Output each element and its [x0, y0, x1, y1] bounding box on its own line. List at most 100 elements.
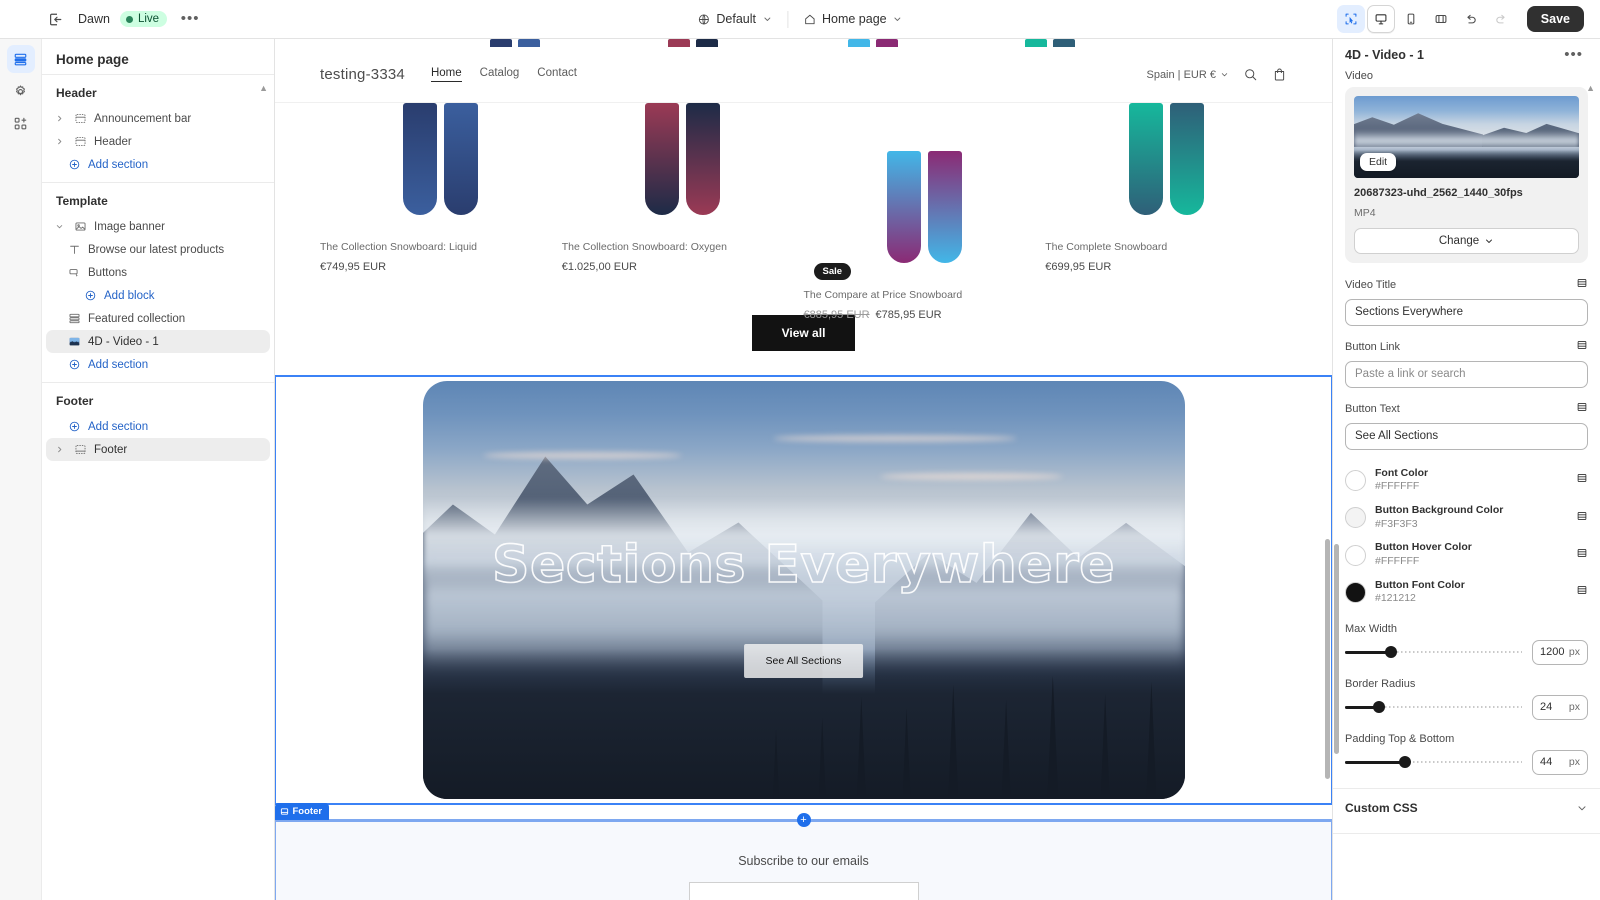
field-input[interactable] [1345, 422, 1588, 450]
sidebar-item-add-block[interactable]: Add block [46, 284, 270, 307]
page-selector[interactable]: Home page [795, 8, 911, 30]
range-slider[interactable] [1345, 756, 1522, 769]
dynamic-source-icon[interactable] [1576, 339, 1588, 351]
dynamic-source-icon[interactable] [1576, 583, 1588, 601]
range-value-input[interactable]: 1200 px [1532, 639, 1588, 665]
store-nav-contact[interactable]: Contact [537, 67, 577, 82]
inspector-toggle-button[interactable] [1336, 5, 1365, 33]
product-image[interactable] [804, 151, 1046, 279]
sidebar-item-add-section[interactable]: Add section [46, 415, 270, 438]
rail-settings-button[interactable] [7, 77, 35, 105]
video-thumbnail[interactable]: Edit [1354, 96, 1579, 178]
video-picker-card: Edit 20687323-uhd_2562_1440_30fps MP4 Ch… [1345, 87, 1588, 263]
dynamic-source-icon[interactable] [1576, 584, 1588, 596]
add-section-inline-button[interactable]: + [796, 813, 811, 827]
chevron-right-icon-toggle[interactable] [52, 445, 66, 454]
custom-css-accordion[interactable]: Custom CSS [1333, 789, 1600, 827]
range-slider[interactable] [1345, 646, 1522, 659]
sidebar-item-add-section[interactable]: Add section [46, 353, 270, 376]
product-card[interactable]: The Collection Snowboard: Liquid €749,95 … [320, 103, 562, 321]
banner-cta-button[interactable]: See All Sections [743, 644, 864, 679]
dynamic-source-icon[interactable] [1576, 546, 1588, 564]
settings-gear-icon [15, 84, 25, 95]
rail-apps-button[interactable] [7, 109, 35, 137]
field-input[interactable] [1345, 298, 1588, 326]
product-card[interactable]: Sale The Compare at Price Snowboard €885,9… [804, 103, 1046, 321]
sidebar-page-title: Home page [42, 45, 274, 75]
sidebar-item-browse-our-latest-products[interactable]: Browse our latest products [46, 238, 270, 261]
product-title[interactable]: The Complete Snowboard [1045, 241, 1287, 253]
dynamic-source-icon[interactable] [1576, 471, 1588, 489]
product-title[interactable]: The Collection Snowboard: Oxygen [562, 241, 804, 253]
product-image[interactable] [1045, 103, 1287, 231]
change-video-button[interactable]: Change [1354, 227, 1579, 254]
range-knob[interactable] [1399, 756, 1412, 769]
product-title[interactable]: The Compare at Price Snowboard [804, 289, 1046, 301]
range-value-input[interactable]: 44 px [1532, 749, 1588, 775]
product-title[interactable]: The Collection Snowboard: Liquid [320, 241, 562, 253]
footer-section[interactable]: Footer + Subscribe to our emails [275, 803, 1332, 900]
sidebar-item-4d-video-1[interactable]: 4D - Video - 1 [46, 330, 270, 353]
rail-sections-button[interactable] [6, 45, 35, 73]
mobile-view-button[interactable] [1397, 5, 1425, 33]
dynamic-source-icon[interactable] [1576, 276, 1588, 294]
fullscreen-view-button[interactable] [1427, 5, 1455, 33]
undo-button[interactable] [1457, 5, 1485, 33]
range-slider[interactable] [1345, 701, 1522, 714]
dynamic-source-icon[interactable] [1576, 400, 1588, 418]
dynamic-source-icon[interactable] [1576, 547, 1588, 559]
product-image[interactable] [320, 103, 562, 231]
subscribe-email-input[interactable] [688, 882, 919, 900]
dynamic-source-icon[interactable] [1576, 338, 1588, 356]
sidebar-item-footer[interactable]: Footer [46, 438, 270, 461]
range-value-input[interactable]: 24 px [1532, 694, 1588, 720]
dynamic-source-icon[interactable] [1576, 401, 1588, 413]
theme-more-actions-button[interactable]: ••• [177, 6, 203, 32]
product-card[interactable]: The Complete Snowboard €699,95 EUR [1045, 103, 1287, 321]
product-image[interactable] [562, 103, 804, 231]
color-setting-button-hover-color[interactable]: Button Hover Color #FFFFFF [1345, 536, 1588, 573]
product-card[interactable]: The Collection Snowboard: Oxygen €1.025,0… [562, 103, 804, 321]
color-swatch[interactable] [1345, 469, 1366, 491]
desktop-view-button[interactable] [1366, 5, 1395, 33]
video-section-selected[interactable]: Sections Everywhere See All Sections [275, 375, 1332, 805]
save-button[interactable]: Save [1526, 6, 1584, 32]
dynamic-source-icon[interactable] [1576, 510, 1588, 522]
color-setting-font-color[interactable]: Font Color #FFFFFF [1345, 462, 1588, 499]
color-swatch[interactable] [1345, 581, 1366, 603]
exit-editor-button[interactable] [42, 6, 68, 32]
range-knob[interactable] [1372, 701, 1385, 714]
video-banner[interactable]: Sections Everywhere See All Sections [422, 381, 1185, 799]
color-swatch[interactable] [1345, 507, 1366, 529]
field-input[interactable] [1345, 360, 1588, 388]
panel-more-actions-button[interactable]: ••• [1559, 47, 1588, 62]
sidebar-item-featured-collection[interactable]: Featured collection [46, 307, 270, 330]
section-settings-panel: ▲ 4D - Video - 1 ••• Video Edit 20687323… [1332, 39, 1600, 900]
dynamic-source-icon[interactable] [1576, 509, 1588, 527]
edit-video-button[interactable]: Edit [1360, 153, 1397, 171]
color-setting-button-background-color[interactable]: Button Background Color #F3F3F3 [1345, 499, 1588, 536]
chevron-down-icon-toggle[interactable] [52, 222, 66, 231]
sidebar-item-announcement-bar[interactable]: Announcement bar [46, 107, 270, 130]
color-swatch[interactable] [1345, 544, 1366, 566]
preview-scrollbar[interactable] [1325, 539, 1330, 779]
store-nav-catalog[interactable]: Catalog [480, 67, 520, 82]
locale-selector[interactable]: Spain | EUR € [1146, 69, 1229, 81]
color-setting-button-font-color[interactable]: Button Font Color #121212 [1345, 574, 1588, 611]
shopping-bag-icon[interactable] [1272, 67, 1287, 82]
footer-section-tag[interactable]: Footer [275, 803, 330, 820]
panel-scrollbar[interactable] [1334, 544, 1339, 754]
store-logo[interactable]: testing-3334 [320, 66, 405, 83]
sidebar-item-image-banner[interactable]: Image banner [46, 215, 270, 238]
theme-preset-selector[interactable]: Default [689, 8, 780, 30]
chevron-right-icon-toggle[interactable] [52, 137, 66, 146]
sidebar-item-add-section[interactable]: Add section [46, 153, 270, 176]
dynamic-source-icon[interactable] [1576, 277, 1588, 289]
dynamic-source-icon[interactable] [1576, 472, 1588, 484]
store-nav-home[interactable]: Home [430, 67, 462, 82]
chevron-right-icon-toggle[interactable] [52, 114, 66, 123]
sidebar-item-header[interactable]: Header [46, 130, 270, 153]
range-knob[interactable] [1385, 646, 1398, 659]
sidebar-item-buttons[interactable]: Buttons [46, 261, 270, 284]
search-icon[interactable] [1243, 67, 1258, 82]
